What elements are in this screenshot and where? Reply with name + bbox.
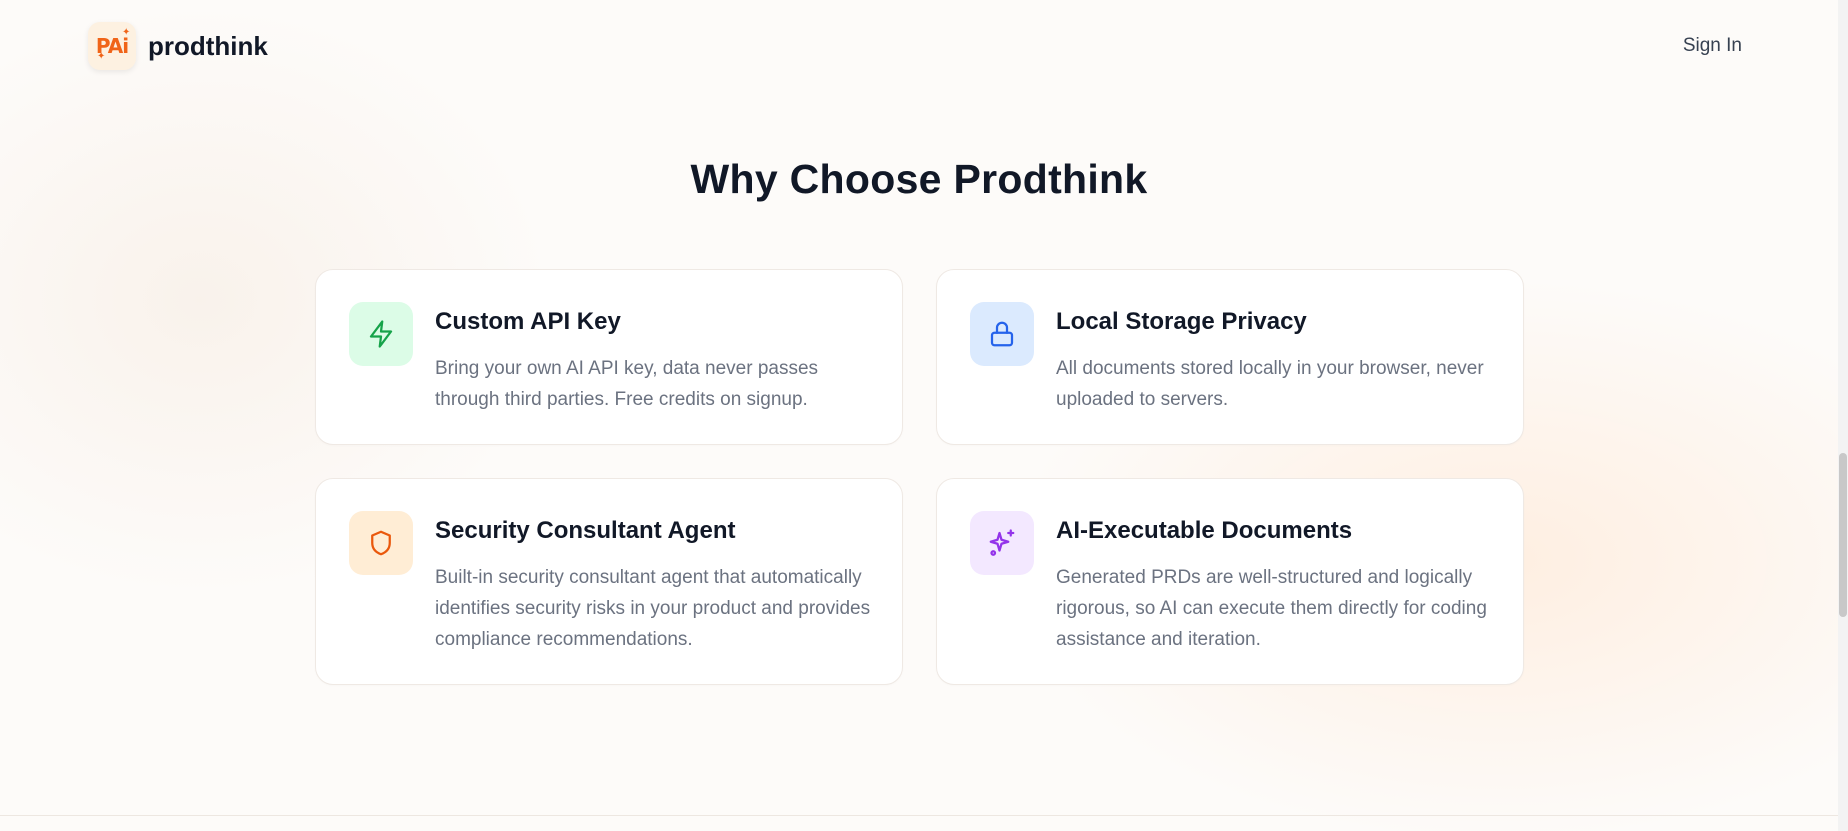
vertical-scrollbar[interactable] (1838, 0, 1848, 831)
page: PAi ✦ ✦ prodthink Sign In Why Choose Pro… (0, 0, 1838, 815)
feature-description: Generated PRDs are well-structured and l… (1056, 567, 1487, 650)
divider (0, 815, 1838, 816)
feature-title: Local Storage Privacy (1056, 308, 1307, 335)
brand[interactable]: PAi ✦ ✦ prodthink (88, 22, 268, 70)
feature-description: Built-in security consultant agent that … (435, 567, 871, 650)
feature-icon-box (349, 302, 413, 366)
lock-icon (990, 321, 1014, 347)
top-navbar: PAi ✦ ✦ prodthink Sign In (88, 22, 1742, 70)
feature-icon-box (970, 511, 1034, 575)
feature-title: Security Consultant Agent (435, 517, 736, 544)
sparkle-icon: ✦ (97, 51, 106, 62)
lightning-bolt-icon (369, 320, 393, 348)
sign-in-link[interactable]: Sign In (1683, 35, 1742, 57)
feature-card-custom-api-key: Custom API Key Bring your own AI API key… (315, 269, 903, 445)
feature-icon-box (349, 511, 413, 575)
feature-description: Bring your own AI API key, data never pa… (435, 358, 819, 410)
section-title: Why Choose Prodthink (690, 156, 1148, 202)
feature-icon-box (970, 302, 1034, 366)
feature-description: All documents stored locally in your bro… (1056, 358, 1484, 410)
feature-card-ai-executable-documents: AI-Executable Documents Generated PRDs a… (936, 478, 1524, 685)
feature-title: AI-Executable Documents (1056, 517, 1353, 544)
feature-title: Custom API Key (435, 308, 621, 335)
brand-name: prodthink (148, 30, 268, 61)
shield-icon (371, 530, 391, 556)
feature-card-local-storage-privacy: Local Storage Privacy All documents stor… (936, 269, 1524, 445)
scrollbar-thumb[interactable] (1839, 453, 1847, 617)
brand-logo: PAi ✦ ✦ (88, 22, 136, 70)
sparkles-icon (989, 529, 1015, 556)
feature-card-security-consultant-agent: Security Consultant Agent Built-in secur… (315, 478, 903, 685)
sparkle-icon: ✦ (122, 27, 131, 38)
